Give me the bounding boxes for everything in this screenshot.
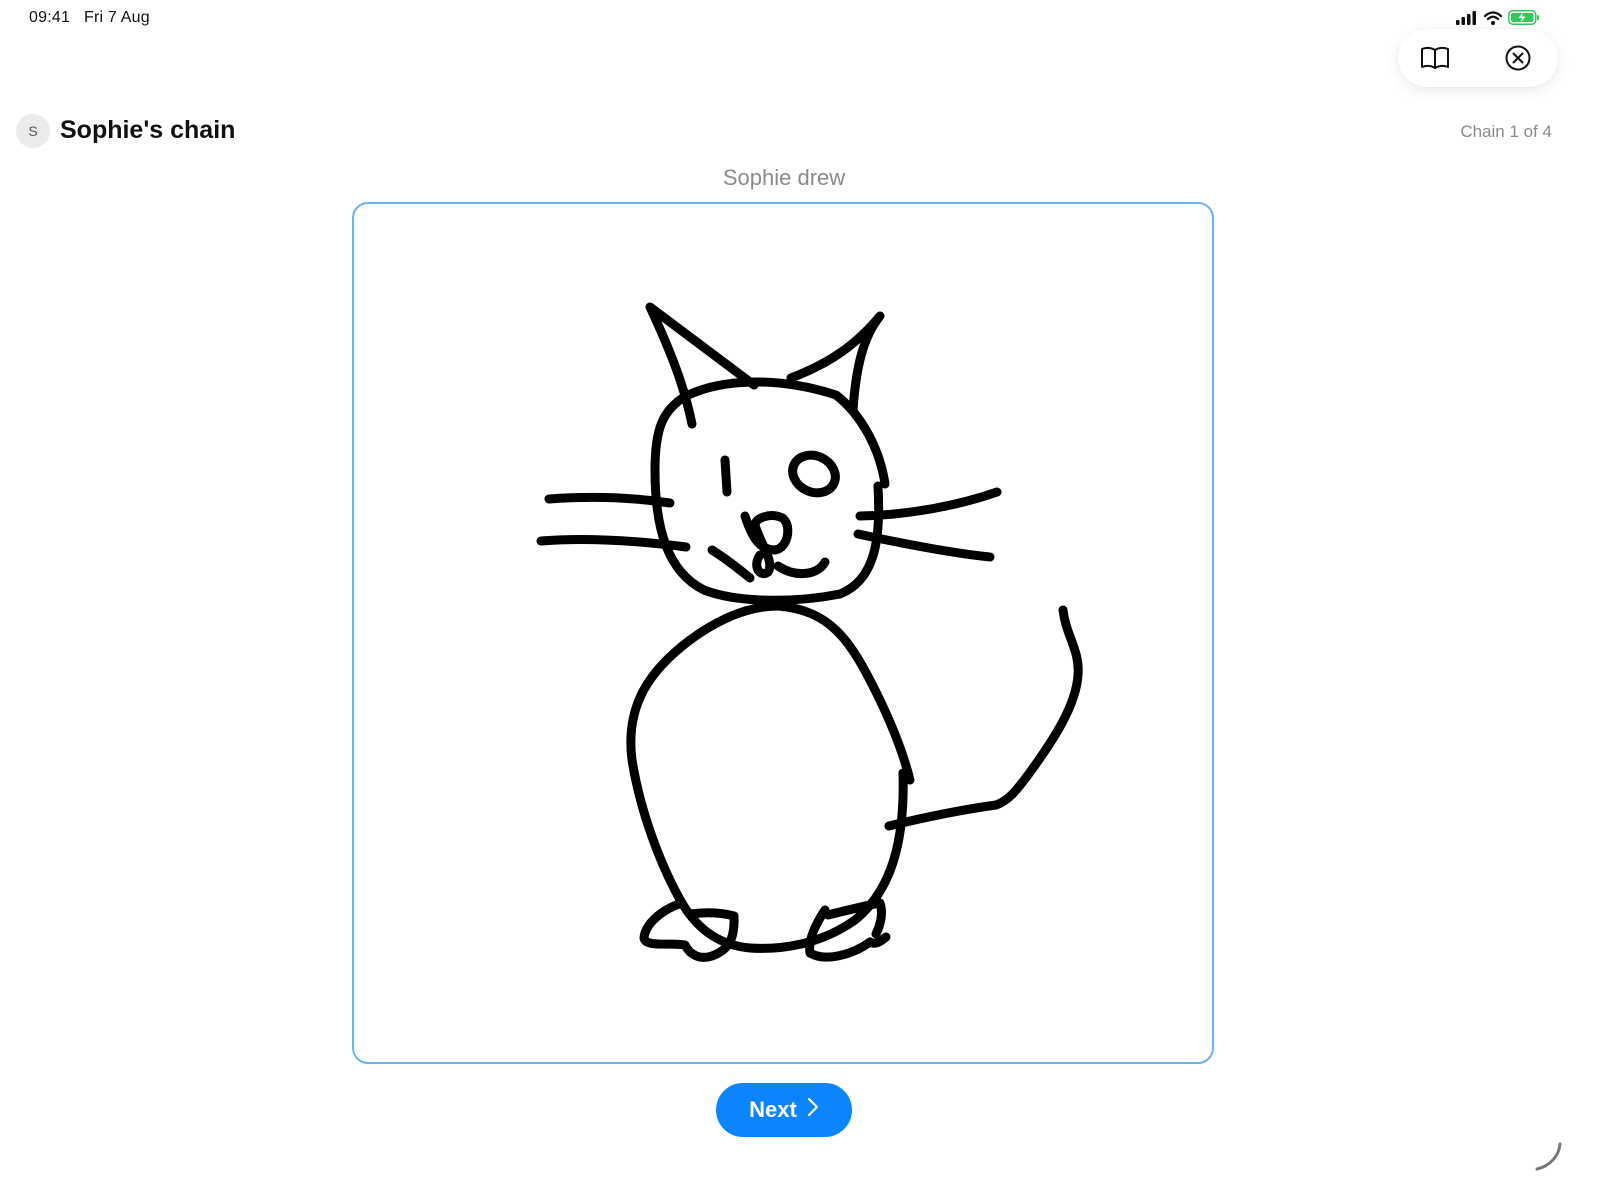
chain-counter: Chain 1 of 4 — [1460, 122, 1552, 141]
floating-toolbar — [1398, 29, 1558, 87]
avatar: S — [16, 114, 50, 148]
body — [626, 601, 915, 953]
whisker-left-1 — [544, 492, 675, 508]
whisker-left-2 — [536, 534, 691, 552]
resize-corner-icon — [1532, 1140, 1564, 1177]
drawing-caption: Sophie drew — [722, 165, 846, 190]
wifi-icon — [1483, 10, 1503, 30]
cellular-signal-icon — [1456, 10, 1478, 30]
status-time: 09:41 Fri 7 Aug — [29, 9, 150, 27]
status-icons — [1456, 10, 1540, 30]
drawing-frame — [352, 202, 1214, 1064]
page-title: Sophie's chain — [60, 116, 236, 144]
right-eye — [788, 450, 840, 498]
left-ear — [645, 302, 759, 429]
cat-drawing — [536, 302, 1083, 962]
left-eye — [720, 455, 732, 497]
book-icon[interactable] — [1419, 42, 1451, 74]
left-foot — [639, 898, 739, 962]
status-date: Fri 7 Aug — [83, 9, 150, 26]
chevron-right-icon — [807, 1097, 819, 1123]
close-circle-icon[interactable] — [1502, 42, 1534, 74]
status-bar: 09:41 Fri 7 Aug — [0, 0, 1600, 40]
next-button-label: Next — [749, 1097, 797, 1122]
battery-charging-icon — [1508, 10, 1540, 30]
next-button[interactable]: Next — [716, 1083, 852, 1137]
status-clock: 09:41 — [29, 9, 71, 26]
tail — [884, 605, 1083, 831]
